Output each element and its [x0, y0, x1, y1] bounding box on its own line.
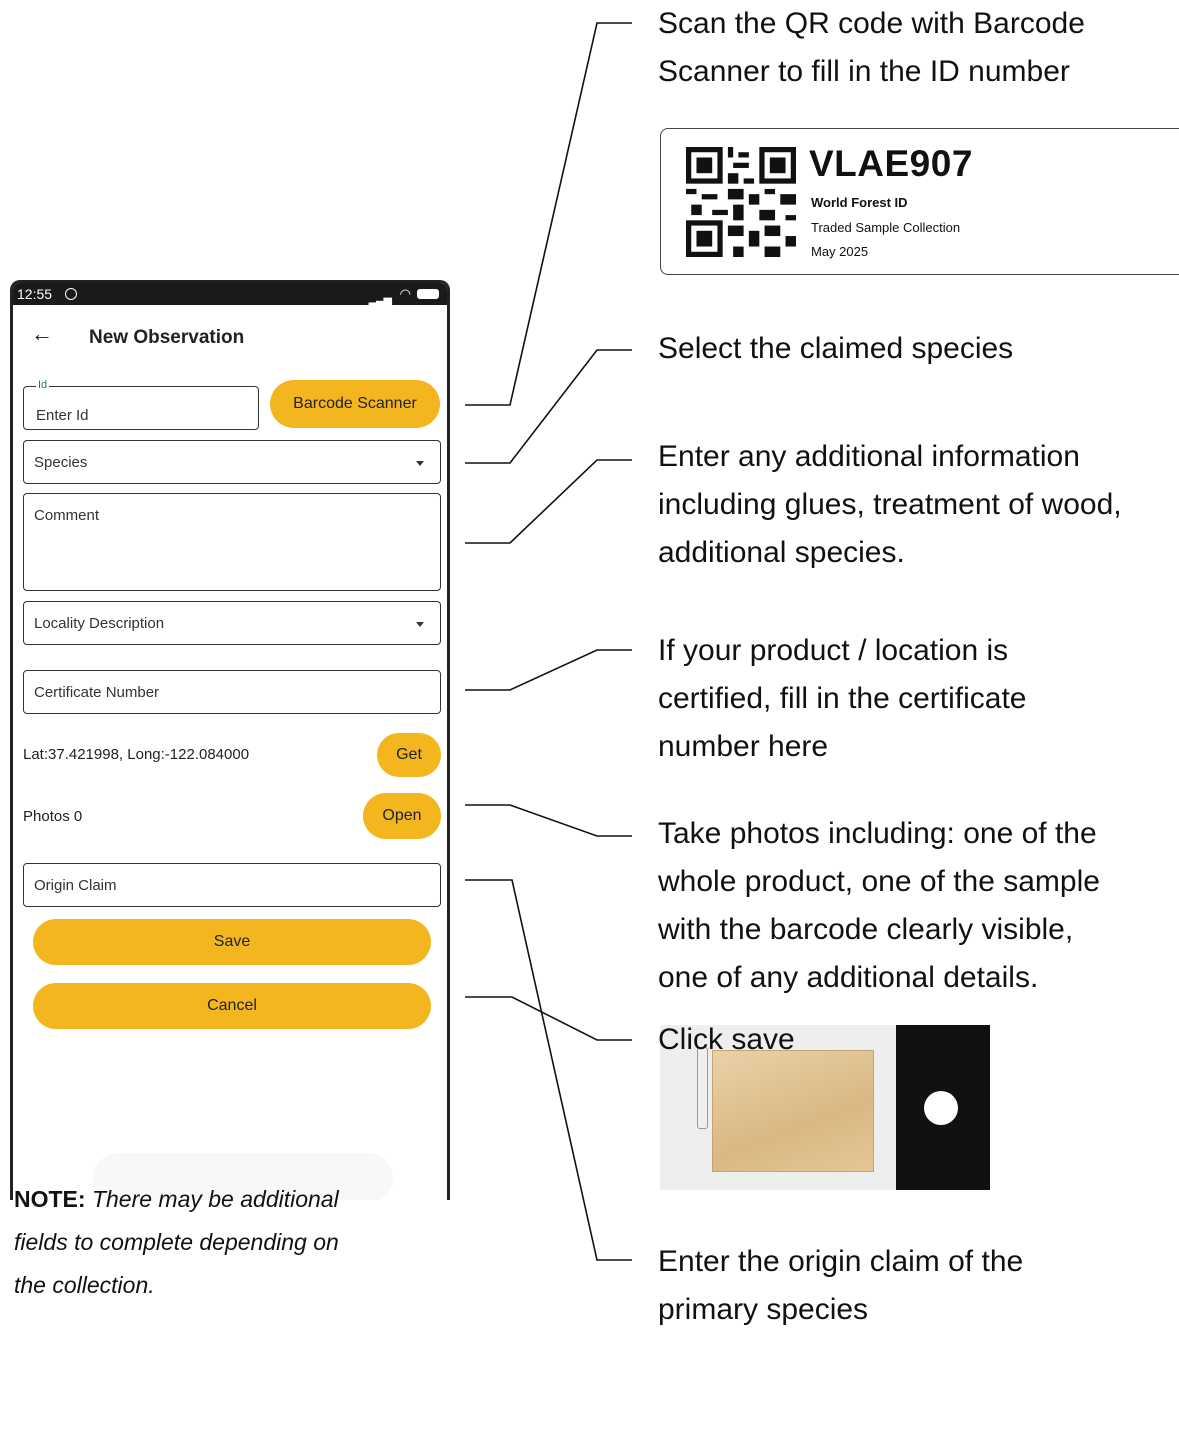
cancel-button[interactable]: Cancel	[33, 983, 431, 1029]
annotation-line: number here	[658, 730, 829, 763]
annotation-line: including glues, treatment of wood,	[658, 488, 1122, 521]
note-label: NOTE:	[14, 1186, 86, 1212]
wood-sample-image	[712, 1050, 874, 1172]
connector-save	[465, 996, 632, 1041]
annotation-line: additional species.	[658, 536, 905, 569]
save-button[interactable]: Save	[33, 919, 431, 965]
note-line-2: fields to complete depending on	[14, 1229, 339, 1255]
photos-count: Photos 0	[23, 808, 83, 825]
origin-claim-placeholder: Origin Claim	[34, 877, 117, 894]
chevron-down-icon	[416, 622, 424, 627]
note-line-3: the collection.	[14, 1272, 155, 1298]
species-label: Species	[34, 454, 88, 471]
id-field-placeholder: Enter Id	[36, 407, 89, 424]
comment-placeholder: Comment	[34, 507, 100, 524]
qr-code-icon	[686, 147, 796, 257]
wifi-icon: ◠	[399, 286, 411, 301]
annotation-line: Scanner to fill in the ID number	[658, 55, 1070, 88]
qr-label-card: VLAE907 World Forest ID Traded Sample Co…	[660, 128, 1179, 275]
back-arrow-icon[interactable]: ←	[31, 321, 53, 347]
annotation-line: Enter the origin claim of the	[658, 1245, 1024, 1278]
species-dropdown[interactable]: Species	[23, 440, 441, 484]
annotation-line: primary species	[658, 1293, 869, 1326]
connector-scan	[465, 22, 632, 406]
connector-photos	[465, 804, 632, 837]
annotation-species: Select the claimed species	[658, 325, 1013, 373]
annotation-certificate: If your product / location is certified,…	[658, 627, 1026, 771]
connector-species	[465, 349, 632, 464]
note-line-1: There may be additional	[91, 1186, 339, 1212]
chevron-down-icon	[416, 461, 424, 466]
id-field-label: Id	[36, 379, 50, 391]
qr-line-3: May 2025	[811, 244, 869, 259]
status-time: 12:55	[17, 286, 53, 302]
annotation-line: with the barcode clearly visible,	[658, 913, 1074, 946]
connector-certificate	[465, 649, 632, 691]
annotation-line: Scan the QR code with Barcode	[658, 7, 1085, 40]
get-location-button[interactable]: Get	[377, 733, 441, 777]
annotation-line: Enter any additional information	[658, 440, 1080, 473]
connector-origin	[465, 879, 632, 1261]
status-bar: 12:55 ▂▃▅ ◠	[13, 283, 447, 306]
connector-comment	[465, 459, 632, 544]
qr-line-2: Traded Sample Collection	[811, 220, 961, 235]
camera-shutter-icon	[924, 1091, 958, 1125]
barcode-scanner-button[interactable]: Barcode Scanner	[270, 380, 440, 428]
annotation-save: Click save	[658, 1016, 795, 1064]
note-text: NOTE: There may be additional fields to …	[14, 1178, 404, 1307]
annotation-line: If your product / location is	[658, 634, 1009, 667]
annotation-comment: Enter any additional information includi…	[658, 433, 1122, 577]
location-text: Lat:37.421998, Long:-122.084000	[23, 746, 250, 763]
annotation-scan: Scan the QR code with Barcode Scanner to…	[658, 0, 1085, 96]
id-field[interactable]: Id Enter Id	[23, 379, 259, 430]
annotation-line: one of any additional details.	[658, 961, 1039, 994]
battery-icon	[417, 289, 439, 299]
annotation-line: whole product, one of the sample	[658, 865, 1100, 898]
qr-line-1: World Forest ID	[811, 195, 908, 210]
annotation-line: Select the claimed species	[658, 332, 1014, 365]
signal-icon: ▂▃▅	[368, 294, 392, 306]
open-photos-button[interactable]: Open	[363, 793, 441, 839]
sample-id-code: VLAE907	[809, 143, 973, 184]
comment-textarea[interactable]: Comment	[23, 493, 441, 591]
origin-claim-field[interactable]: Origin Claim	[23, 863, 441, 907]
annotation-line: Take photos including: one of the	[658, 817, 1097, 850]
certificate-field[interactable]: Certificate Number	[23, 670, 441, 714]
locality-dropdown[interactable]: Locality Description	[23, 601, 441, 645]
locality-label: Locality Description	[34, 615, 165, 632]
annotation-photos: Take photos including: one of the whole …	[658, 810, 1100, 1002]
alarm-icon	[65, 288, 77, 300]
phone-screenshot: 12:55 ▂▃▅ ◠ ← New Observation Id Enter I…	[10, 280, 450, 1200]
certificate-placeholder: Certificate Number	[34, 684, 160, 701]
page-title: New Observation	[89, 327, 245, 348]
annotation-line: Click save	[658, 1023, 795, 1056]
annotation-origin: Enter the origin claim of the primary sp…	[658, 1238, 1023, 1334]
annotation-line: certified, fill in the certificate	[658, 682, 1027, 715]
